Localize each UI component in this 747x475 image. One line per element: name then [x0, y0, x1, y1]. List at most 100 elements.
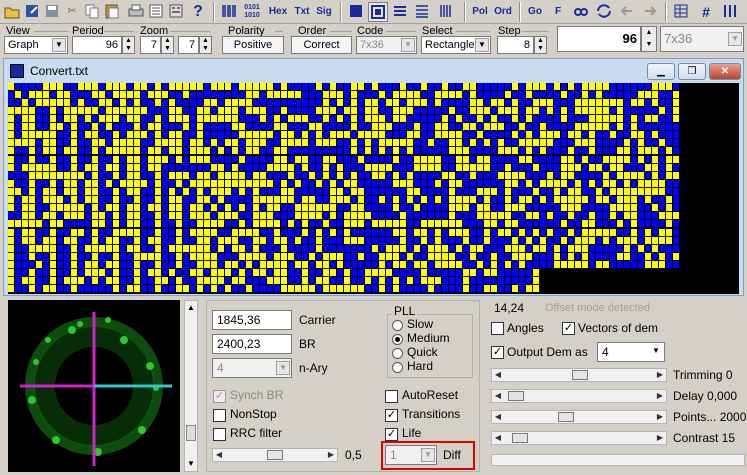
- columns-icon[interactable]: [720, 2, 740, 22]
- autoreset-checkbox[interactable]: [385, 390, 398, 403]
- bit-cell: [617, 212, 623, 219]
- cut-icon[interactable]: ✂: [62, 2, 82, 22]
- rolloff-slider[interactable]: ◀ ▶: [212, 448, 338, 462]
- view2-icon[interactable]: [368, 2, 388, 22]
- search-icon[interactable]: [571, 2, 591, 22]
- angles-checkbox[interactable]: [491, 322, 504, 335]
- trimming-slider-thumb[interactable]: [572, 370, 588, 380]
- sig-icon[interactable]: Sig: [314, 2, 334, 22]
- hex-icon[interactable]: Hex: [266, 2, 290, 22]
- bit-grid[interactable]: [8, 83, 739, 294]
- contrast-slider[interactable]: ◀ ▶: [491, 431, 667, 445]
- open-icon[interactable]: [2, 2, 22, 22]
- transitions-checkbox[interactable]: ✓: [385, 409, 398, 422]
- pol-icon[interactable]: Pol: [470, 2, 490, 22]
- sync-icon[interactable]: [594, 2, 614, 22]
- rrc-filter-checkbox[interactable]: [213, 428, 226, 441]
- close-button[interactable]: ✕: [709, 63, 741, 80]
- bit-cell: [344, 172, 350, 179]
- save-icon[interactable]: [42, 2, 62, 22]
- txt-icon[interactable]: Txt: [292, 2, 312, 22]
- go-icon[interactable]: Go: [525, 2, 545, 22]
- back-icon[interactable]: [617, 2, 637, 22]
- zoom-x-input[interactable]: 7: [140, 36, 161, 54]
- help-icon[interactable]: ?: [188, 2, 208, 22]
- bit-cell: [568, 237, 574, 244]
- bit-cell: [260, 245, 266, 252]
- paste-icon[interactable]: [102, 2, 122, 22]
- slider-left-icon[interactable]: ◀: [492, 432, 504, 444]
- rolloff-slider-thumb[interactable]: [267, 450, 283, 460]
- slider-left-icon[interactable]: ◀: [492, 390, 504, 402]
- pll-hard-radio[interactable]: [392, 362, 403, 373]
- minimize-button[interactable]: ▁: [647, 63, 675, 80]
- step-input[interactable]: 8: [497, 36, 534, 54]
- pll-medium-radio[interactable]: [392, 334, 403, 345]
- zoom-x-stepper[interactable]: ▲ ▼: [161, 36, 174, 54]
- panel-scrollbar[interactable]: ▲ ▼: [184, 300, 198, 472]
- pll-quick-radio[interactable]: [392, 348, 403, 359]
- binary-icon[interactable]: [166, 2, 186, 22]
- barcode-icon[interactable]: [219, 2, 239, 22]
- view-select[interactable]: Graph ▼: [4, 36, 68, 54]
- slider-right-icon[interactable]: ▶: [654, 369, 666, 381]
- window-titlebar[interactable]: Convert.txt ▁ ❐ ✕: [4, 59, 743, 83]
- slider-right-icon[interactable]: ▶: [654, 432, 666, 444]
- bit-cell: [113, 164, 119, 171]
- life-checkbox[interactable]: ✓: [385, 428, 398, 441]
- points-slider-thumb[interactable]: [558, 412, 574, 422]
- slider-left-icon[interactable]: ◀: [492, 369, 504, 381]
- slider-left-icon[interactable]: ◀: [492, 411, 504, 423]
- output-dem-checkbox[interactable]: ✓: [491, 346, 504, 359]
- slider-right-icon[interactable]: ▶: [325, 449, 337, 461]
- view3-icon[interactable]: [390, 2, 410, 22]
- selection-mode-select[interactable]: Rectangle ▼: [421, 36, 491, 54]
- copy-icon[interactable]: [82, 2, 102, 22]
- zoom-y-stepper[interactable]: ▲ ▼: [199, 36, 212, 54]
- restore-button[interactable]: ❐: [678, 63, 706, 80]
- scroll-up-icon[interactable]: ▲: [186, 303, 196, 313]
- period-stepper[interactable]: ▲ ▼: [122, 36, 135, 54]
- nonstop-checkbox[interactable]: [213, 409, 226, 422]
- trimming-slider[interactable]: ◀ ▶: [491, 368, 667, 382]
- zoom-y-input[interactable]: 7: [178, 36, 199, 54]
- period-input[interactable]: 96: [72, 36, 122, 54]
- bit-cell: [645, 99, 651, 106]
- view1-icon[interactable]: [346, 2, 366, 22]
- polarity-button[interactable]: Positive: [222, 36, 284, 54]
- period-big-stepper[interactable]: ▲ ▼: [641, 26, 657, 52]
- scan-icon[interactable]: [146, 2, 166, 22]
- order-button[interactable]: Correct: [291, 36, 352, 54]
- scroll-thumb[interactable]: [186, 425, 196, 441]
- bit-cell: [43, 196, 49, 203]
- find-icon[interactable]: F: [548, 2, 568, 22]
- view4-icon[interactable]: [412, 2, 432, 22]
- carrier-input[interactable]: 1845,36: [212, 310, 292, 330]
- period-big-input[interactable]: 96: [557, 26, 641, 52]
- delay-slider-thumb[interactable]: [508, 391, 524, 401]
- print-icon[interactable]: [126, 2, 146, 22]
- slider-right-icon[interactable]: ▶: [654, 390, 666, 402]
- points-slider[interactable]: ◀ ▶: [491, 410, 667, 424]
- slider-right-icon[interactable]: ▶: [654, 411, 666, 423]
- slider-left-icon[interactable]: ◀: [213, 449, 225, 461]
- output-dem-select[interactable]: 4 ▼: [597, 342, 665, 362]
- save-as-icon[interactable]: [22, 2, 42, 22]
- bit-cell: [526, 277, 532, 284]
- ord-icon[interactable]: Ord: [493, 2, 513, 22]
- layout-icon[interactable]: [671, 2, 691, 22]
- bit-grid-view[interactable]: [8, 83, 739, 294]
- columns-view-icon[interactable]: [436, 2, 456, 22]
- contrast-slider-thumb[interactable]: [512, 433, 528, 443]
- step-stepper[interactable]: ▲ ▼: [534, 36, 547, 54]
- vectors-checkbox[interactable]: ✓: [562, 322, 575, 335]
- delay-slider[interactable]: ◀ ▶: [491, 389, 667, 403]
- bit-cell: [43, 131, 49, 138]
- baud-rate-input[interactable]: 2400,23: [212, 334, 292, 354]
- scroll-down-icon[interactable]: ▼: [186, 459, 196, 469]
- grid-icon[interactable]: #: [696, 2, 716, 22]
- binary-bits-icon[interactable]: 0101 1010: [242, 2, 262, 22]
- pll-slow-radio[interactable]: [392, 320, 403, 331]
- forward-icon[interactable]: [640, 2, 660, 22]
- bit-cell: [498, 285, 504, 292]
